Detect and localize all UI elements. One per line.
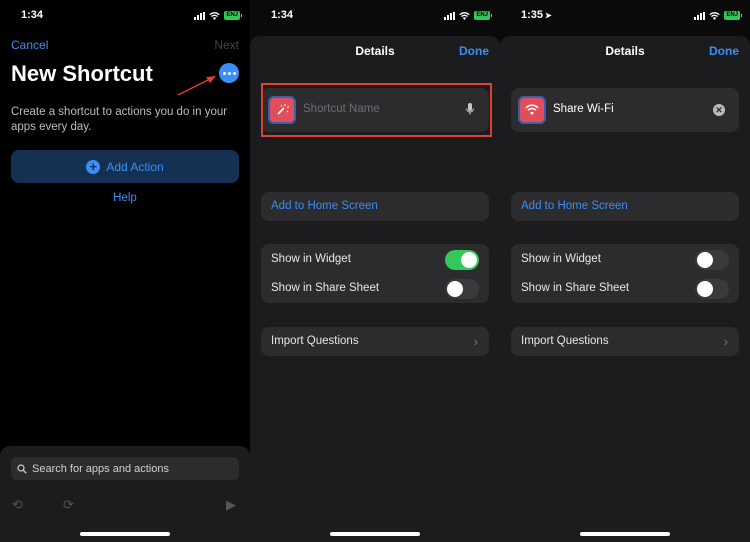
page-title: New Shortcut <box>11 61 153 86</box>
add-action-label: Add Action <box>106 159 164 174</box>
cellular-signal-icon <box>694 11 706 20</box>
shortcut-icon[interactable] <box>518 96 546 124</box>
status-bar: 1:34 ENJ <box>250 0 500 32</box>
add-to-home-screen-button[interactable]: Add to Home Screen <box>261 192 489 221</box>
play-icon[interactable]: ▶ <box>226 497 236 513</box>
description-text: Create a shortcut to actions you do in y… <box>11 106 228 133</box>
home-indicator <box>330 532 420 536</box>
wifi-icon <box>525 104 539 115</box>
status-time: 1:34 <box>271 9 294 21</box>
show-in-share-sheet-label: Show in Share Sheet <box>271 282 380 294</box>
done-button[interactable]: Done <box>459 44 489 58</box>
clear-text-icon[interactable]: ✕ <box>713 104 725 116</box>
red-arrow-annotation <box>177 76 216 96</box>
battery-icon: ENJ <box>224 11 242 20</box>
cellular-signal-icon <box>444 11 456 20</box>
show-in-widget-row: Show in Widget <box>511 245 739 274</box>
search-placeholder: Search for apps and actions <box>32 462 169 475</box>
status-bar: 1:34 ENJ <box>0 0 250 32</box>
details-sheet: Details Done Share Wi-Fi ✕ Add to Home S… <box>500 36 750 542</box>
sharing-options-group: Show in Widget Show in Share Sheet <box>261 244 489 303</box>
location-arrow-icon: ➤ <box>545 11 552 20</box>
show-in-widget-toggle[interactable] <box>445 250 479 270</box>
status-bar: 1:35 ➤ ENJ <box>500 0 750 32</box>
battery-icon: ENJ <box>724 11 742 20</box>
show-in-share-sheet-toggle[interactable] <box>445 279 479 299</box>
redo-icon[interactable]: ⟳ <box>63 497 74 513</box>
show-in-widget-toggle[interactable] <box>695 250 729 270</box>
help-link[interactable]: Help <box>0 192 250 204</box>
plus-circle-icon: + <box>86 159 101 174</box>
details-screen-filled: 1:35 ➤ ENJ Details Done Share Wi-Fi ✕ Add… <box>500 0 750 542</box>
import-questions-row[interactable]: Import Questions › <box>511 327 739 356</box>
done-button[interactable]: Done <box>709 44 739 58</box>
add-to-home-screen-button[interactable]: Add to Home Screen <box>511 192 739 221</box>
more-options-button[interactable] <box>219 63 239 83</box>
battery-icon: ENJ <box>474 11 492 20</box>
sharing-options-group: Show in Widget Show in Share Sheet <box>511 244 739 303</box>
undo-icon[interactable]: ⟲ <box>12 497 23 513</box>
cancel-button[interactable]: Cancel <box>11 38 48 52</box>
status-time: 1:35 ➤ <box>521 9 552 21</box>
wifi-icon <box>209 11 220 20</box>
status-time: 1:34 <box>21 9 44 21</box>
add-action-button[interactable]: + Add Action <box>11 150 239 183</box>
show-in-share-sheet-row: Show in Share Sheet <box>511 274 739 303</box>
search-icon <box>17 463 27 474</box>
next-button[interactable]: Next <box>214 38 239 52</box>
show-in-share-sheet-row: Show in Share Sheet <box>261 274 489 303</box>
show-in-widget-row: Show in Widget <box>261 245 489 274</box>
chevron-right-icon: › <box>723 334 728 349</box>
chevron-right-icon: › <box>473 334 478 349</box>
highlight-box-annotation <box>261 83 492 137</box>
new-shortcut-screen: 1:34 ENJ Cancel Next New Shortcut Create… <box>0 0 250 542</box>
more-dot-icon <box>222 71 226 75</box>
home-indicator <box>80 532 170 536</box>
action-search-sheet: Search for apps and actions ⟲ ⟳ ▶ <box>0 446 250 542</box>
wifi-icon <box>459 11 470 20</box>
import-questions-label: Import Questions <box>271 335 359 347</box>
shortcut-name-field[interactable]: Share Wi-Fi ✕ <box>511 88 739 132</box>
home-indicator <box>580 532 670 536</box>
import-questions-row[interactable]: Import Questions › <box>261 327 489 356</box>
show-in-share-sheet-toggle[interactable] <box>695 279 729 299</box>
search-input[interactable]: Search for apps and actions <box>11 457 239 480</box>
details-screen-empty: 1:34 ENJ Details Done Shortcut Name Add … <box>250 0 500 542</box>
shortcut-name-value: Share Wi-Fi <box>553 103 614 115</box>
cellular-signal-icon <box>194 11 206 20</box>
import-questions-label: Import Questions <box>521 335 609 347</box>
show-in-widget-label: Show in Widget <box>521 253 601 265</box>
wifi-icon <box>709 11 720 20</box>
show-in-widget-label: Show in Widget <box>271 253 351 265</box>
show-in-share-sheet-label: Show in Share Sheet <box>521 282 630 294</box>
